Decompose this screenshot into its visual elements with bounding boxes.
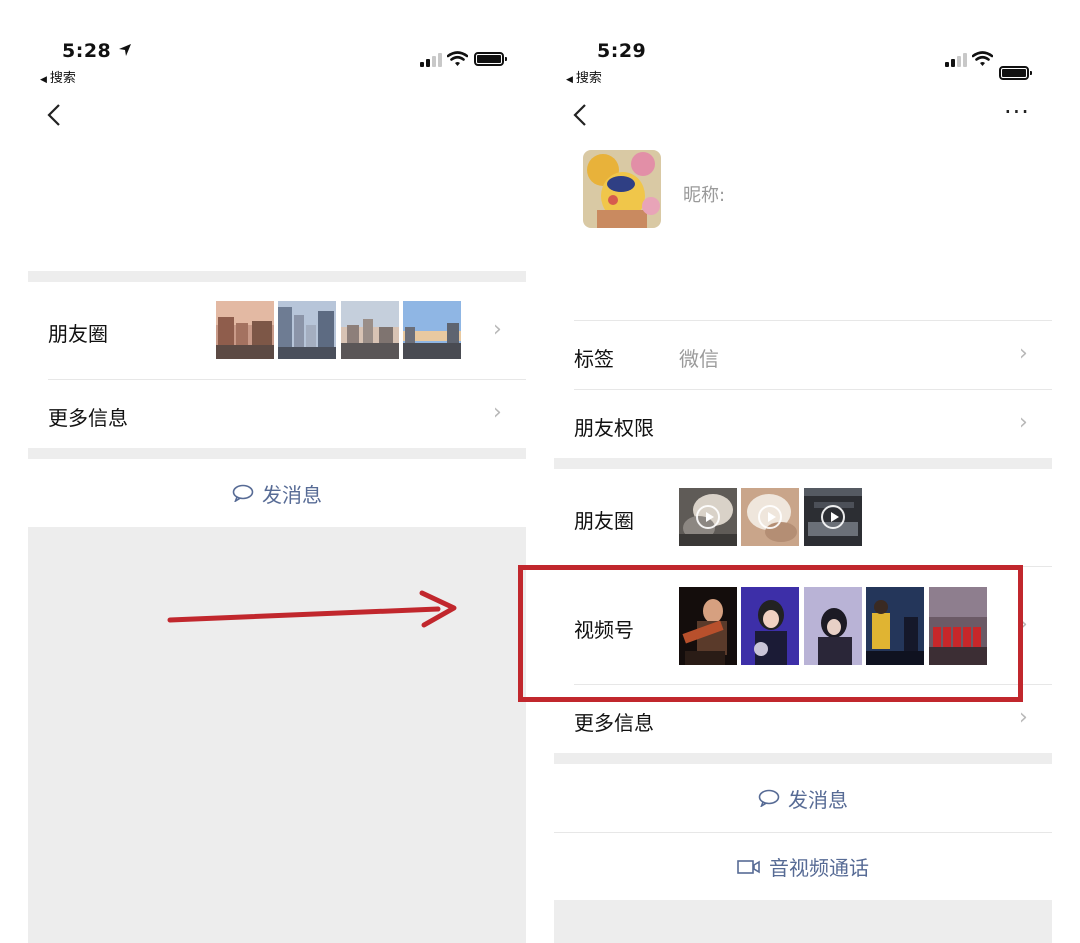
location-arrow-icon <box>119 44 132 56</box>
signal-icon <box>420 53 442 67</box>
play-icon <box>696 505 720 529</box>
status-time: 5:28 <box>62 40 132 62</box>
wifi-icon <box>972 51 993 66</box>
time-text: 5:28 <box>62 40 112 62</box>
chevron-right-icon: › <box>1019 341 1028 366</box>
moments-video-2 <box>741 488 799 546</box>
moments-label: 朋友圈 <box>574 509 634 533</box>
right-phone-screen: 5:29 ◀ 搜索 ··· 昵称: 标签 微信 › 朋友权限 › 朋友圈 视频号… <box>0 14 1080 943</box>
moments-photo-2 <box>278 301 336 359</box>
moments-video-3 <box>804 488 862 546</box>
signal-icon <box>945 53 967 67</box>
empty-background-area <box>554 900 1052 943</box>
back-triangle-icon: ◀ <box>566 75 573 85</box>
back-to-app-button[interactable]: ◀ 搜索 <box>40 67 76 86</box>
more-info-label: 更多信息 <box>48 406 128 430</box>
section-separator <box>554 753 1052 764</box>
chat-bubble-icon <box>758 789 780 807</box>
section-separator <box>28 448 526 459</box>
back-triangle-icon: ◀ <box>40 75 47 85</box>
video-call-button[interactable]: 音视频通话 <box>554 833 1052 900</box>
nickname-label: 昵称: <box>683 185 726 206</box>
section-separator <box>554 458 1052 469</box>
moments-label: 朋友圈 <box>48 322 108 346</box>
send-message-label: 发消息 <box>262 482 322 507</box>
battery-icon <box>999 66 1032 80</box>
moments-video-1 <box>679 488 737 546</box>
more-info-label: 更多信息 <box>574 711 654 735</box>
moments-row[interactable]: 朋友圈 <box>554 469 1052 566</box>
back-chevron-icon[interactable] <box>572 103 588 127</box>
play-icon <box>758 505 782 529</box>
back-to-app-button[interactable]: ◀ 搜索 <box>566 67 602 86</box>
send-message-button[interactable]: 发消息 <box>554 764 1052 832</box>
play-icon <box>821 505 845 529</box>
more-info-row[interactable]: 更多信息 › <box>28 380 526 448</box>
wifi-icon <box>447 51 468 66</box>
tags-label: 标签 <box>574 347 614 371</box>
chevron-right-icon: › <box>493 317 502 342</box>
tags-value: 微信 <box>679 347 719 371</box>
video-call-label: 音视频通话 <box>769 856 869 880</box>
annotation-highlight-box <box>518 565 1023 702</box>
moments-photo-1 <box>216 301 274 359</box>
moments-photo-4 <box>403 301 461 359</box>
moments-row[interactable]: 朋友圈 › <box>28 282 526 379</box>
back-chevron-icon[interactable] <box>46 103 62 127</box>
send-message-label: 发消息 <box>788 787 848 812</box>
back-app-label: 搜索 <box>49 71 76 86</box>
video-camera-icon <box>737 859 760 874</box>
section-separator <box>28 271 526 282</box>
status-time: 5:29 <box>597 40 646 62</box>
back-app-label: 搜索 <box>575 71 602 86</box>
chat-bubble-icon <box>232 484 254 502</box>
left-phone-screen: 5:28 ◀ 搜索 朋友圈 › 更多信息 › 发消息 <box>0 0 1080 943</box>
chevron-right-icon: › <box>1019 705 1028 730</box>
friend-permissions-label: 朋友权限 <box>574 416 654 440</box>
chevron-right-icon: › <box>1019 410 1028 435</box>
chevron-right-icon: › <box>493 400 502 425</box>
avatar[interactable] <box>583 150 661 228</box>
time-text: 5:29 <box>597 40 647 62</box>
more-icon[interactable]: ··· <box>1004 100 1030 124</box>
send-message-button[interactable]: 发消息 <box>28 459 526 527</box>
annotation-arrow <box>167 590 457 628</box>
battery-icon <box>474 52 507 66</box>
moments-photo-3 <box>341 301 399 359</box>
tags-row[interactable]: 标签 微信 › <box>554 321 1052 389</box>
friend-permissions-row[interactable]: 朋友权限 › <box>554 390 1052 458</box>
